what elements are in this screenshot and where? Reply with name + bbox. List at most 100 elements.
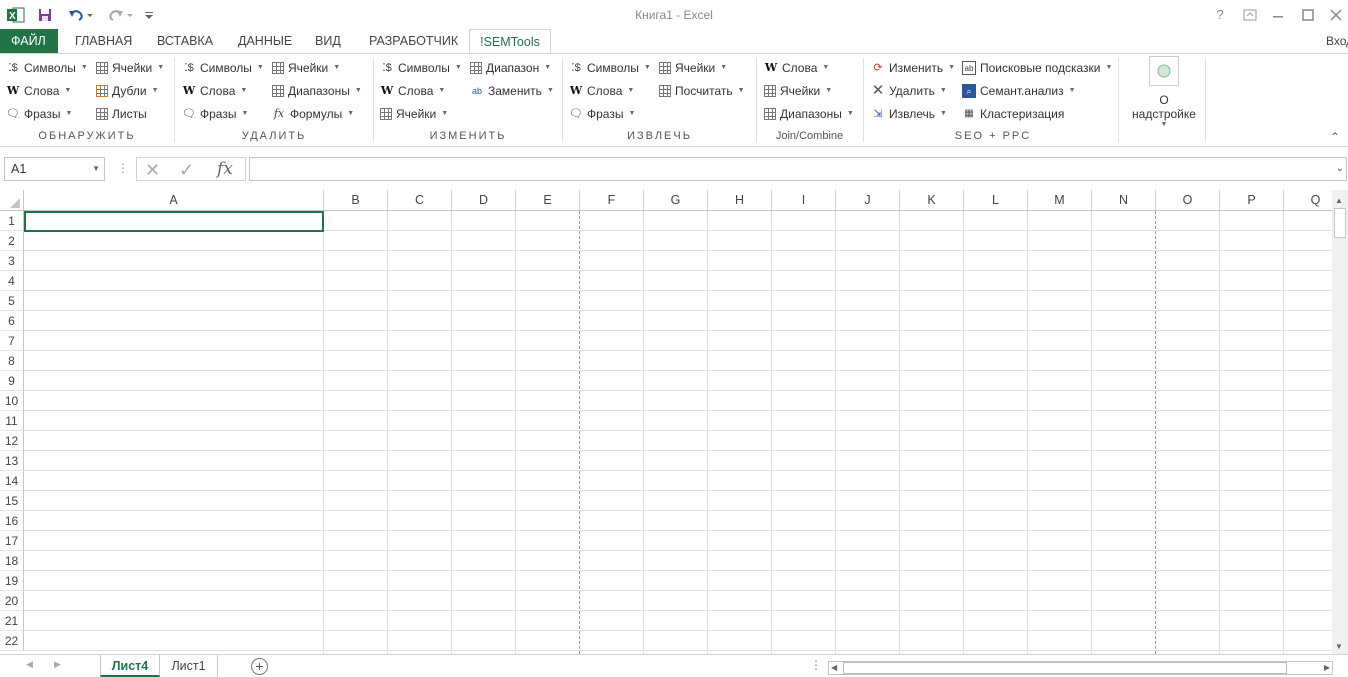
detect-phrases-button[interactable]: 🗨 Фразы ▼ bbox=[6, 104, 72, 124]
column-header-d[interactable]: D bbox=[452, 190, 516, 211]
sheet-tab-active[interactable]: Лист4 bbox=[100, 655, 160, 677]
formula-input[interactable]: ⌄ bbox=[249, 157, 1347, 181]
delete-phrases-button[interactable]: 🗨 Фразы ▼ bbox=[182, 104, 248, 124]
delete-cells-button[interactable]: Ячейки ▼ bbox=[272, 58, 340, 78]
chevron-down-icon[interactable]: ▼ bbox=[92, 158, 100, 180]
column-header-l[interactable]: L bbox=[964, 190, 1028, 211]
expand-formula-icon[interactable]: ⌄ bbox=[1336, 163, 1344, 174]
detect-cells-button[interactable]: Ячейки ▼ bbox=[96, 58, 164, 78]
row-header-11[interactable]: 11 bbox=[0, 411, 24, 431]
vertical-scrollbar[interactable]: ▲ ▼ bbox=[1332, 190, 1348, 654]
split-handle-icon[interactable]: ⋮ bbox=[810, 658, 822, 672]
extract-cells-button[interactable]: Ячейки ▼ bbox=[659, 58, 727, 78]
seo-change-button[interactable]: ⟳ Изменить ▼ bbox=[871, 58, 955, 78]
seo-extract-button[interactable]: ⇲ Извлечь ▼ bbox=[871, 104, 947, 124]
name-box[interactable]: A1 ▼ bbox=[4, 157, 105, 181]
semantic-analysis-button[interactable]: ⌕ Семант.анализ ▼ bbox=[962, 81, 1076, 101]
search-hints-button[interactable]: ab Поисковые подсказки ▼ bbox=[962, 58, 1112, 78]
row-header-21[interactable]: 21 bbox=[0, 611, 24, 631]
help-icon[interactable]: ? bbox=[1210, 6, 1230, 24]
extract-symbols-button[interactable]: ⁚$ Символы ▼ bbox=[569, 58, 651, 78]
scroll-right-icon[interactable]: ▶ bbox=[1324, 663, 1330, 672]
delete-words-button[interactable]: W Слова ▼ bbox=[182, 81, 248, 101]
column-header-m[interactable]: M bbox=[1028, 190, 1092, 211]
modify-cells-button[interactable]: Ячейки ▼ bbox=[380, 104, 448, 124]
close-icon[interactable] bbox=[1326, 6, 1346, 24]
hscroll-thumb[interactable] bbox=[843, 662, 1287, 674]
tab-home[interactable]: ГЛАВНАЯ bbox=[71, 29, 136, 53]
sheet-tab[interactable]: Лист1 bbox=[160, 655, 218, 677]
column-header-e[interactable]: E bbox=[516, 190, 580, 211]
column-header-i[interactable]: I bbox=[772, 190, 836, 211]
column-header-j[interactable]: J bbox=[836, 190, 900, 211]
cancel-icon[interactable]: ✕ bbox=[145, 160, 160, 181]
row-header-9[interactable]: 9 bbox=[0, 371, 24, 391]
row-header-16[interactable]: 16 bbox=[0, 511, 24, 531]
tab-insert[interactable]: ВСТАВКА bbox=[153, 29, 217, 53]
column-header-g[interactable]: G bbox=[644, 190, 708, 211]
next-sheet-icon[interactable]: ▶ bbox=[54, 659, 61, 670]
modify-symbols-button[interactable]: ⁚$ Символы ▼ bbox=[380, 58, 462, 78]
row-header-3[interactable]: 3 bbox=[0, 251, 24, 271]
extract-phrases-button[interactable]: 🗨 Фразы ▼ bbox=[569, 104, 635, 124]
maximize-icon[interactable] bbox=[1298, 6, 1318, 24]
modify-range-button[interactable]: Диапазон ▼ bbox=[470, 58, 551, 78]
insert-function-icon[interactable]: fx bbox=[217, 159, 233, 179]
minimize-icon[interactable] bbox=[1268, 6, 1288, 24]
scroll-left-icon[interactable]: ◀ bbox=[831, 663, 837, 672]
row-header-13[interactable]: 13 bbox=[0, 451, 24, 471]
row-header-1[interactable]: 1 bbox=[0, 211, 24, 231]
column-header-n[interactable]: N bbox=[1092, 190, 1156, 211]
row-header-14[interactable]: 14 bbox=[0, 471, 24, 491]
delete-ranges-button[interactable]: Диапазоны ▼ bbox=[272, 81, 362, 101]
join-words-button[interactable]: W Слова ▼ bbox=[764, 58, 830, 78]
modify-words-button[interactable]: W Слова ▼ bbox=[380, 81, 446, 101]
ribbon-display-icon[interactable] bbox=[1240, 6, 1260, 24]
row-header-6[interactable]: 6 bbox=[0, 311, 24, 331]
detect-symbols-button[interactable]: ⁚$ Символы ▼ bbox=[6, 58, 88, 78]
row-header-18[interactable]: 18 bbox=[0, 551, 24, 571]
row-header-7[interactable]: 7 bbox=[0, 331, 24, 351]
column-header-c[interactable]: C bbox=[388, 190, 452, 211]
tab-data[interactable]: ДАННЫЕ bbox=[234, 29, 296, 53]
join-cells-button[interactable]: Ячейки ▼ bbox=[764, 81, 832, 101]
tab-developer[interactable]: РАЗРАБОТЧИК bbox=[365, 29, 462, 53]
horizontal-scrollbar[interactable]: ◀ ▶ bbox=[828, 661, 1333, 675]
row-header-22[interactable]: 22 bbox=[0, 631, 24, 651]
row-header-12[interactable]: 12 bbox=[0, 431, 24, 451]
delete-formulas-button[interactable]: fx Формулы ▼ bbox=[272, 104, 354, 124]
confirm-icon[interactable]: ✓ bbox=[179, 160, 194, 181]
tab-file[interactable]: ФАЙЛ bbox=[0, 29, 58, 53]
row-header-4[interactable]: 4 bbox=[0, 271, 24, 291]
row-header-15[interactable]: 15 bbox=[0, 491, 24, 511]
prev-sheet-icon[interactable]: ◀ bbox=[26, 659, 33, 670]
row-header-17[interactable]: 17 bbox=[0, 531, 24, 551]
count-button[interactable]: Посчитать ▼ bbox=[659, 81, 745, 101]
detect-words-button[interactable]: W Слова ▼ bbox=[6, 81, 72, 101]
active-cell-a1[interactable] bbox=[24, 211, 324, 232]
scroll-down-icon[interactable]: ▼ bbox=[1335, 642, 1343, 651]
column-header-q[interactable]: Q bbox=[1284, 190, 1332, 211]
column-header-h[interactable]: H bbox=[708, 190, 772, 211]
column-header-a[interactable]: A bbox=[24, 190, 324, 211]
seo-delete-button[interactable]: ✕ Удалить ▼ bbox=[871, 81, 947, 101]
scroll-up-icon[interactable]: ▲ bbox=[1335, 196, 1343, 205]
replace-button[interactable]: ab Заменить ▼ bbox=[470, 81, 554, 101]
row-header-8[interactable]: 8 bbox=[0, 351, 24, 371]
tab-view[interactable]: ВИД bbox=[311, 29, 345, 53]
about-addin-button[interactable]: О надстройке ▼ bbox=[1126, 56, 1202, 128]
row-header-19[interactable]: 19 bbox=[0, 571, 24, 591]
spreadsheet-grid[interactable]: ABCDEFGHIJKLMNOPQ 1 2 3 4 5 6 7 8 9 10 11 12 13 14 15 1… bbox=[0, 190, 1332, 654]
drag-handle-icon[interactable]: ⋮ bbox=[117, 161, 129, 175]
column-header-f[interactable]: F bbox=[580, 190, 644, 211]
column-header-p[interactable]: P bbox=[1220, 190, 1284, 211]
join-ranges-button[interactable]: Диапазоны ▼ bbox=[764, 104, 854, 124]
row-header-2[interactable]: 2 bbox=[0, 231, 24, 251]
tab-semtools[interactable]: !SEMTools bbox=[469, 29, 551, 54]
clustering-button[interactable]: ▦ Кластеризация bbox=[962, 104, 1064, 124]
scroll-thumb[interactable] bbox=[1334, 208, 1346, 238]
delete-symbols-button[interactable]: ⁚$ Символы ▼ bbox=[182, 58, 264, 78]
select-all-corner[interactable] bbox=[0, 190, 24, 211]
column-header-o[interactable]: O bbox=[1156, 190, 1220, 211]
column-header-b[interactable]: B bbox=[324, 190, 388, 211]
